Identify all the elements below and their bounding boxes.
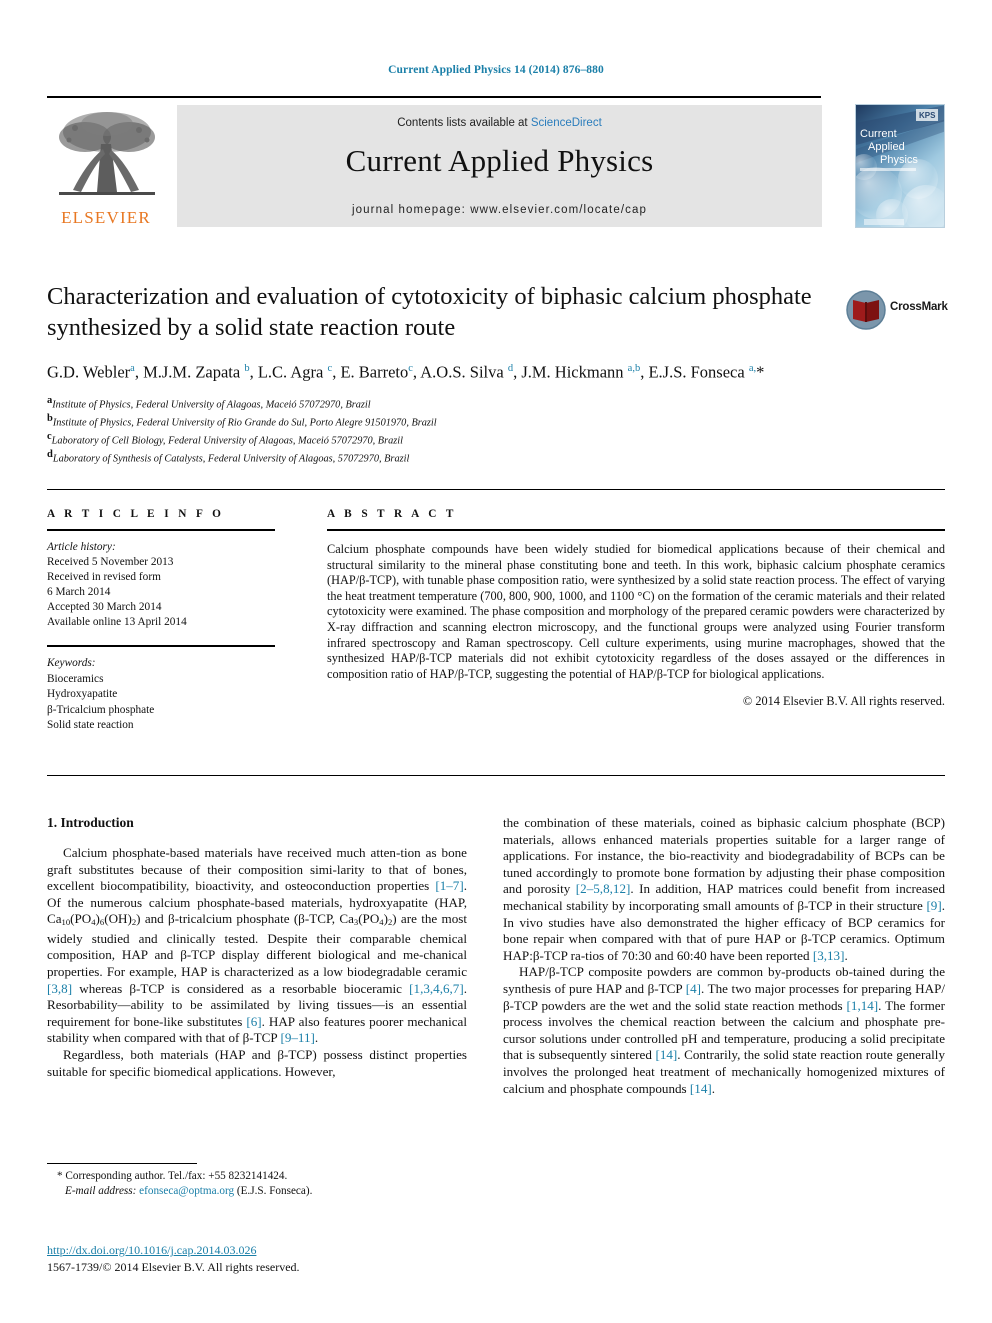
crossmark-badge[interactable]: CrossMark xyxy=(846,286,948,342)
affiliation-list: aInstitute of Physics, Federal Universit… xyxy=(47,394,837,466)
paragraph: Regardless, both materials (HAP and β-TC… xyxy=(47,1047,467,1079)
elsevier-logo: ELSEVIER xyxy=(47,104,165,230)
keyword-item: Hydroxyapatite xyxy=(47,688,118,700)
paragraph: Calcium phosphate-based materials have r… xyxy=(47,845,467,1046)
author-list: G.D. Weblera, M.J.M. Zapata b, L.C. Agra… xyxy=(47,362,765,382)
masthead-banner: Contents lists available at ScienceDirec… xyxy=(177,105,822,227)
affiliation-text: Institute of Physics, Federal University… xyxy=(52,398,371,410)
elsevier-tree-icon xyxy=(59,112,155,195)
affiliation-text: Laboratory of Cell Biology, Federal Univ… xyxy=(51,434,403,446)
affiliation-item: bInstitute of Physics, Federal Universit… xyxy=(47,412,837,430)
doi-link[interactable]: http://dx.doi.org/10.1016/j.cap.2014.03.… xyxy=(47,1243,467,1258)
affiliation-item: aInstitute of Physics, Federal Universit… xyxy=(47,394,837,412)
title-block: Characterization and evaluation of cytot… xyxy=(47,281,837,466)
email-suffix: (E.J.S. Fonseca). xyxy=(236,1184,313,1197)
body-column-right: the combination of these materials, coin… xyxy=(503,815,945,1097)
crossmark-icon xyxy=(846,290,886,330)
masthead-top-rule xyxy=(47,96,821,98)
svg-text:Current: Current xyxy=(860,128,897,140)
journal-article-page: Current Applied Physics 14 (2014) 876–88… xyxy=(0,0,992,1323)
history-item: Received in revised form xyxy=(47,571,161,583)
section-heading-introduction: 1. Introduction xyxy=(47,815,134,830)
email-label: E-mail address: xyxy=(65,1184,137,1197)
article-history: Article history: Received 5 November 201… xyxy=(47,540,275,630)
elsevier-wordmark: ELSEVIER xyxy=(61,208,151,227)
abstract-text: Calcium phosphate compounds have been wi… xyxy=(327,542,945,681)
article-history-label: Article history: xyxy=(47,541,116,553)
corresponding-author-line: * Corresponding author. Tel./fax: +55 82… xyxy=(57,1170,288,1182)
keywords-rule xyxy=(47,645,275,647)
crossmark-label: CrossMark xyxy=(890,301,948,313)
history-item: 6 March 2014 xyxy=(47,586,111,598)
keyword-item: β-Tricalcium phosphate xyxy=(47,703,155,716)
history-item: Accepted 30 March 2014 xyxy=(47,601,162,613)
article-info-column: A R T I C L E I N F O Article history: R… xyxy=(47,508,275,734)
keywords-label: Keywords: xyxy=(47,657,96,669)
history-item: Available online 13 April 2014 xyxy=(47,616,187,628)
running-head: Current Applied Physics 14 (2014) 876–88… xyxy=(388,64,604,76)
abstract-rule xyxy=(327,529,945,531)
contents-list-line: Contents lists available at ScienceDirec… xyxy=(177,117,822,129)
footnote-rule xyxy=(47,1163,197,1164)
affiliation-text: Institute of Physics, Federal University… xyxy=(52,416,437,428)
affiliation-item: cLaboratory of Cell Biology, Federal Uni… xyxy=(47,430,837,448)
keyword-item: Bioceramics xyxy=(47,672,104,685)
paragraph: HAP/β-TCP composite powders are common b… xyxy=(503,964,946,1096)
issn-copyright-line: 1567-1739/© 2014 Elsevier B.V. All right… xyxy=(47,1260,300,1274)
journal-masthead: ELSEVIER Contents lists available at Sci… xyxy=(47,96,945,230)
history-item: Received 5 November 2013 xyxy=(47,556,174,568)
affiliation-text: Laboratory of Synthesis of Catalysts, Fe… xyxy=(52,452,410,464)
journal-cover-thumbnail: KPS Current Applied Physics xyxy=(855,104,945,228)
keywords-block: Keywords: Bioceramics Hydroxyapatite β-T… xyxy=(47,656,275,734)
affiliation-item: dLaboratory of Synthesis of Catalysts, F… xyxy=(47,448,837,466)
journal-cover-image: KPS Current Applied Physics xyxy=(856,105,944,227)
article-info-rule xyxy=(47,529,275,531)
svg-text:Physics: Physics xyxy=(880,154,918,166)
doi-block: http://dx.doi.org/10.1016/j.cap.2014.03.… xyxy=(47,1243,467,1276)
abstract-heading: A B S T R A C T xyxy=(327,508,457,520)
info-bottom-rule xyxy=(47,775,945,776)
svg-text:Applied: Applied xyxy=(868,141,905,153)
svg-text:KPS: KPS xyxy=(919,111,936,120)
paragraph: the combination of these materials, coin… xyxy=(503,815,945,963)
corresponding-author-footnote: * Corresponding author. Tel./fax: +55 82… xyxy=(47,1163,467,1198)
copyright-line: © 2014 Elsevier B.V. All rights reserved… xyxy=(742,694,945,709)
contents-prefix: Contents lists available at xyxy=(397,117,531,129)
abstract-column: A B S T R A C T Calcium phosphate compou… xyxy=(327,508,945,709)
email-link[interactable]: efonseca@optma.org xyxy=(139,1185,234,1197)
journal-homepage-link[interactable]: journal homepage: www.elsevier.com/locat… xyxy=(177,204,822,216)
keyword-item: Solid state reaction xyxy=(47,719,134,731)
sciencedirect-link[interactable]: ScienceDirect xyxy=(531,117,602,129)
page-title: Characterization and evaluation of cytot… xyxy=(47,283,812,341)
email-line: E-mail address: efonseca@optma.org (E.J.… xyxy=(47,1184,467,1199)
info-top-rule xyxy=(47,489,945,490)
article-info-heading: A R T I C L E I N F O xyxy=(47,508,225,520)
journal-title: Current Applied Physics xyxy=(345,143,654,178)
body-column-left: 1. Introduction Calcium phosphate-based … xyxy=(47,815,467,1080)
